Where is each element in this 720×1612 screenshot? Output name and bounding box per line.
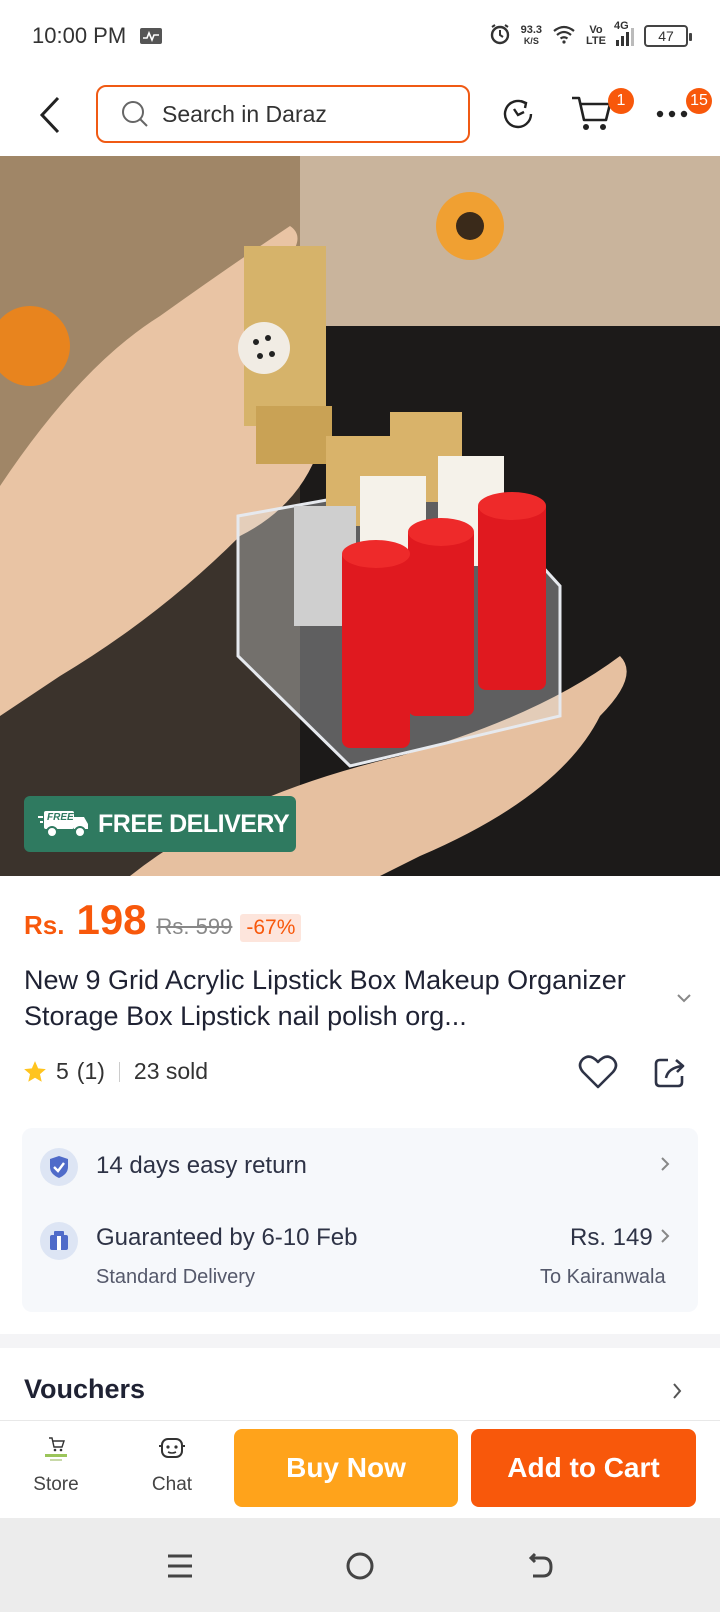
- chevron-right-icon[interactable]: [660, 1156, 670, 1177]
- delivery-service-card: 14 days easy return Guaranteed by 6-10 F…: [22, 1128, 698, 1312]
- delivery-price: Rs. 149: [570, 1224, 653, 1251]
- chevron-right-icon[interactable]: [660, 1228, 670, 1249]
- cart-button[interactable]: 1: [570, 88, 634, 136]
- battery-indicator: 47: [644, 25, 692, 47]
- price-currency: Rs.: [24, 910, 65, 940]
- buy-now-button[interactable]: Buy Now: [234, 1429, 458, 1507]
- system-navigation-bar: [0, 1518, 720, 1612]
- vouchers-heading[interactable]: Vouchers: [24, 1374, 145, 1405]
- chevron-right-icon[interactable]: [672, 1382, 682, 1405]
- menu-lines-icon: [168, 1554, 192, 1578]
- sold-count: 23 sold: [133, 1058, 209, 1084]
- product-title: New 9 Grid Acrylic Lipstick Box Makeup O…: [24, 965, 626, 1031]
- back-button[interactable]: [30, 92, 70, 138]
- divider: [118, 1061, 120, 1082]
- lte-label: LTE: [586, 35, 606, 47]
- delivery-location[interactable]: To Kairanwala: [540, 1266, 666, 1289]
- store-logo-icon: [45, 1437, 67, 1461]
- expand-title-button[interactable]: [676, 990, 692, 1008]
- delivery-truck-icon: FREE: [38, 809, 90, 839]
- share-button[interactable]: [652, 1054, 688, 1095]
- activity-icon: [140, 28, 163, 44]
- return-policy-text[interactable]: 14 days easy return: [96, 1152, 307, 1180]
- alarm-icon: [489, 23, 511, 50]
- guarantee-text[interactable]: Guaranteed by 6-10 Feb: [96, 1224, 358, 1252]
- top-header: Search in Daraz 1 15: [0, 80, 720, 150]
- history-button[interactable]: [496, 92, 540, 136]
- section-divider: [0, 1334, 720, 1348]
- free-tag: FREE: [47, 812, 74, 823]
- network-type: 4G: [614, 20, 629, 32]
- more-dots-icon: [656, 110, 688, 118]
- wishlist-button[interactable]: [578, 1054, 618, 1095]
- more-button[interactable]: 15: [650, 88, 712, 136]
- search-bar[interactable]: Search in Daraz: [96, 85, 470, 143]
- current-price: 198: [76, 896, 147, 943]
- free-delivery-label: FREE DELIVERY: [98, 809, 290, 838]
- heart-icon: [578, 1055, 618, 1089]
- speed-unit: K/S: [523, 36, 539, 46]
- history-icon: [503, 99, 533, 129]
- return-shield-icon: [40, 1148, 78, 1186]
- rating-value: 5: [56, 1058, 69, 1084]
- home-circle-icon: [346, 1552, 374, 1580]
- discount-badge: -67%: [240, 914, 302, 942]
- back-nav-button[interactable]: [518, 1544, 562, 1588]
- delivery-type: Standard Delivery: [96, 1266, 255, 1288]
- chat-label: Chat: [151, 1474, 193, 1495]
- delivery-box-icon: [40, 1222, 78, 1260]
- rating-count[interactable]: (1): [77, 1058, 105, 1085]
- star-icon: [24, 1060, 46, 1082]
- store-label: Store: [33, 1474, 79, 1495]
- chat-button[interactable]: Chat: [132, 1435, 212, 1496]
- recent-apps-button[interactable]: [158, 1544, 202, 1588]
- rating-row: 5 (1) 23 sold: [22, 1058, 208, 1085]
- signal-icon: 4G: [614, 20, 634, 46]
- add-to-cart-button[interactable]: Add to Cart: [471, 1429, 696, 1507]
- home-button[interactable]: [338, 1544, 382, 1588]
- share-icon: [654, 1058, 685, 1088]
- bottom-action-bar: Store Chat Buy Now Add to Cart: [0, 1420, 720, 1518]
- status-bar: 10:00 PM 93.3 K/S Vo LTE 4G 47: [0, 0, 720, 72]
- notifications-badge: 15: [686, 88, 712, 114]
- cart-count-badge: 1: [608, 88, 634, 114]
- free-delivery-badge: FREE FREE DELIVERY: [24, 796, 296, 852]
- search-placeholder: Search in Daraz: [162, 100, 327, 127]
- price-row: Rs. 198 Rs. 599 -67%: [24, 896, 302, 944]
- search-icon: [122, 101, 148, 127]
- status-time: 10:00 PM: [32, 23, 127, 48]
- chat-icon: [159, 1438, 185, 1458]
- product-photo: [0, 156, 720, 876]
- wifi-icon: [552, 24, 576, 49]
- back-curve-icon: [528, 1552, 553, 1578]
- original-price: Rs. 599: [156, 914, 233, 939]
- chevron-down-icon: [677, 994, 691, 1003]
- speed-value: 93.3: [520, 24, 543, 36]
- store-button[interactable]: Store: [16, 1435, 96, 1496]
- volte-indicator: Vo LTE: [586, 25, 606, 47]
- network-speed: 93.3 K/S: [521, 25, 542, 47]
- product-image[interactable]: FREE FREE DELIVERY: [0, 156, 720, 876]
- back-arrow-icon: [39, 96, 60, 134]
